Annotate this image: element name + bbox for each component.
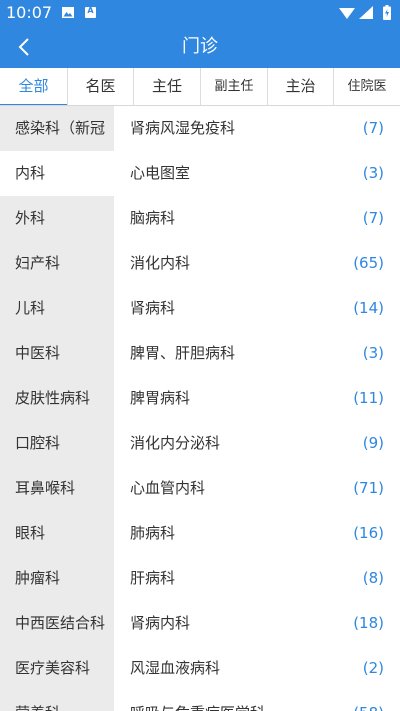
signal-icon — [359, 6, 373, 19]
doctor-count: (16) — [353, 524, 384, 542]
sub-department-name: 风湿血液病科 — [130, 659, 221, 677]
department-item[interactable]: 眼科 — [0, 511, 114, 556]
department-item[interactable]: 耳鼻喉科 — [0, 466, 114, 511]
sub-department-item[interactable]: 脾胃、肝胆病科 (3) — [114, 331, 400, 376]
tab-deputy-chief[interactable]: 副主任 — [201, 68, 268, 105]
doctor-count: (11) — [353, 389, 384, 407]
sub-department-name: 心血管内科 — [130, 479, 206, 497]
tab-chief[interactable]: 主任 — [134, 68, 201, 105]
doctor-count: (7) — [362, 119, 384, 137]
department-list: 感染科（新冠 内科 外科 妇产科 儿科 中医科 皮肤性病科 口腔科 耳鼻喉科 眼… — [0, 106, 114, 711]
sub-department-item[interactable]: 脑病科 (7) — [114, 196, 400, 241]
sub-department-list: 肾病风湿免疫科 (7) 心电图室 (3) 脑病科 (7) 消化内科 (65) 肾… — [114, 106, 400, 711]
image-notification-icon — [62, 7, 74, 18]
page-title: 门诊 — [182, 36, 218, 57]
status-time: 10:07 — [6, 3, 53, 22]
doctor-count: (18) — [353, 614, 384, 632]
sub-department-name: 肾病风湿免疫科 — [130, 119, 236, 137]
department-item[interactable]: 儿科 — [0, 286, 114, 331]
tab-attending[interactable]: 主治 — [268, 68, 334, 105]
sub-department-name: 消化内科 — [130, 254, 191, 272]
department-item[interactable]: 肿瘤科 — [0, 556, 114, 601]
doctor-count: (7) — [362, 209, 384, 227]
sub-department-name: 脑病科 — [130, 209, 176, 227]
sub-department-name: 脾胃、肝胆病科 — [130, 344, 236, 362]
doctor-count: (58) — [353, 691, 384, 711]
doctor-count: (2) — [362, 659, 384, 677]
department-item-selected[interactable]: 内科 — [0, 151, 114, 196]
tab-resident[interactable]: 住院医 — [334, 68, 400, 105]
status-bar: 10:07 A — [0, 0, 400, 26]
sub-department-item[interactable]: 风湿血液病科 (2) — [114, 646, 400, 691]
sub-department-name: 肝病科 — [130, 569, 176, 587]
sub-department-item[interactable]: 肾病内科 (18) — [114, 601, 400, 646]
sub-department-name: 呼吸与危重症医学科 — [130, 691, 265, 711]
sub-department-name: 肾病内科 — [130, 614, 191, 632]
sub-department-item[interactable]: 心电图室 (3) — [114, 151, 400, 196]
department-item[interactable]: 中西医结合科 — [0, 601, 114, 646]
doctor-count: (65) — [353, 254, 384, 272]
sub-department-item[interactable]: 心血管内科 (71) — [114, 466, 400, 511]
sub-department-name: 心电图室 — [130, 164, 191, 182]
doctor-count: (8) — [362, 569, 384, 587]
sub-department-item[interactable]: 消化内科 (65) — [114, 241, 400, 286]
doctor-count: (14) — [353, 299, 384, 317]
a-notification-icon: A — [85, 6, 96, 18]
sub-department-item[interactable]: 肾病科 (14) — [114, 286, 400, 331]
sub-department-item[interactable]: 肺病科 (16) — [114, 511, 400, 556]
department-item[interactable]: 皮肤性病科 — [0, 376, 114, 421]
back-button[interactable] — [4, 26, 44, 68]
department-item[interactable]: 医疗美容科 — [0, 646, 114, 691]
doctor-count: (3) — [362, 164, 384, 182]
department-item[interactable]: 营养科 — [0, 691, 114, 711]
doctor-count: (71) — [353, 479, 384, 497]
tab-all[interactable]: 全部 — [0, 68, 68, 105]
sub-department-name: 肺病科 — [130, 524, 176, 542]
department-item[interactable]: 妇产科 — [0, 241, 114, 286]
department-item[interactable]: 外科 — [0, 196, 114, 241]
tab-famous-doctor[interactable]: 名医 — [68, 68, 134, 105]
department-item[interactable]: 感染科（新冠 — [0, 106, 114, 151]
sub-department-name: 脾胃病科 — [130, 389, 191, 407]
sub-department-item[interactable]: 脾胃病科 (11) — [114, 376, 400, 421]
sub-department-item[interactable]: 消化内分泌科 (9) — [114, 421, 400, 466]
doctor-count: (3) — [362, 344, 384, 362]
department-item[interactable]: 中医科 — [0, 331, 114, 376]
doctor-count: (9) — [362, 434, 384, 452]
wifi-icon — [339, 8, 355, 19]
title-filter-tabs: 全部 名医 主任 副主任 主治 住院医 — [0, 68, 400, 106]
sub-department-item[interactable]: 呼吸与危重症医学科 (58) — [114, 691, 400, 711]
nav-bar: 门诊 — [0, 26, 400, 68]
sub-department-name: 肾病科 — [130, 299, 176, 317]
department-item[interactable]: 口腔科 — [0, 421, 114, 466]
sub-department-name: 消化内分泌科 — [130, 434, 221, 452]
chevron-left-icon — [18, 38, 29, 56]
department-browser: 感染科（新冠 内科 外科 妇产科 儿科 中医科 皮肤性病科 口腔科 耳鼻喉科 眼… — [0, 106, 400, 711]
battery-icon — [383, 5, 391, 20]
sub-department-item[interactable]: 肝病科 (8) — [114, 556, 400, 601]
sub-department-item[interactable]: 肾病风湿免疫科 (7) — [114, 106, 400, 151]
